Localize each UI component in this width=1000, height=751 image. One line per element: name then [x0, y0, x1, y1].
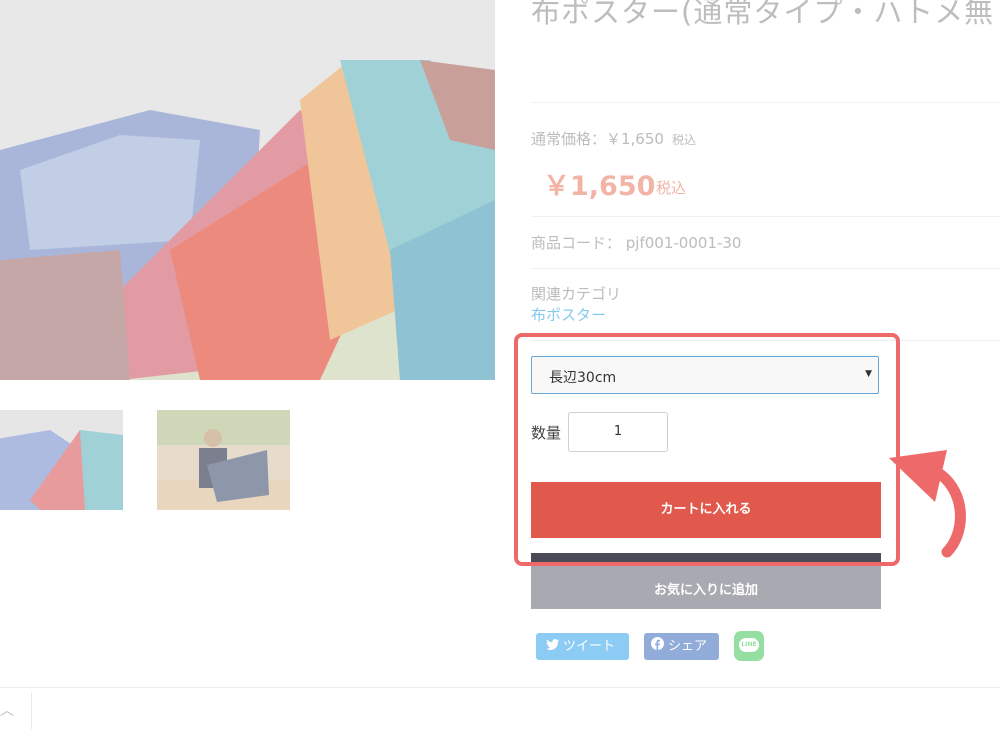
product-code: 商品コード： pjf001-0001-30	[531, 234, 742, 252]
divider	[531, 102, 1000, 103]
regular-price-tax: 税込	[671, 133, 696, 147]
regular-price-label: 通常価格：￥1,650	[531, 130, 664, 148]
divider	[531, 216, 1000, 217]
highlight-box	[514, 333, 900, 566]
main-product-photo	[0, 0, 495, 380]
sale-price-tax: 税込	[656, 179, 687, 197]
tweet-button[interactable]: ツイート	[536, 633, 629, 660]
curved-arrow-icon	[889, 450, 966, 558]
thumbnail-2[interactable]	[157, 410, 290, 510]
chevron-up-icon[interactable]: ︿	[0, 700, 14, 720]
line-icon: LINE	[739, 638, 759, 652]
twitter-bird-icon	[546, 633, 559, 660]
product-title: 布ポスター(通常タイプ・ハトメ無し)	[531, 0, 1000, 29]
facebook-share-label: シェア	[668, 639, 708, 654]
sale-price: ￥1,650	[543, 171, 656, 202]
footer-divider	[0, 687, 1000, 688]
regular-price: 通常価格：￥1,650 税込	[531, 128, 696, 149]
tweet-label: ツイート	[563, 639, 616, 654]
footer-separator	[31, 693, 32, 729]
category-link[interactable]: 布ポスター	[531, 304, 606, 325]
thumbnail-1[interactable]	[0, 410, 123, 510]
category-label: 関連カテゴリ	[531, 285, 622, 303]
line-share-button[interactable]: LINE	[734, 631, 764, 661]
divider	[531, 268, 1000, 269]
facebook-icon	[651, 633, 664, 660]
facebook-share-button[interactable]: シェア	[644, 633, 719, 660]
